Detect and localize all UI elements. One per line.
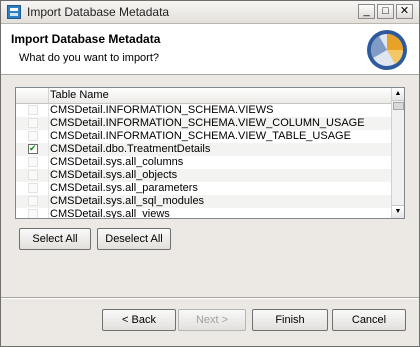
row-checkbox[interactable] [28, 131, 38, 141]
scroll-down-arrow-icon[interactable]: ▼ [392, 205, 404, 218]
wizard-header: Import Database Metadata What do you wan… [1, 24, 419, 75]
table-name-column-header[interactable]: Table Name [50, 89, 109, 101]
table-name-cell: CMSDetail.sys.all_columns [50, 156, 184, 168]
row-checkbox[interactable] [28, 105, 38, 115]
next-button: Next > [178, 309, 246, 331]
footer-divider-highlight [1, 298, 419, 299]
table-row[interactable]: CMSDetail.sys.all_columns [16, 156, 392, 169]
row-checkbox[interactable] [28, 183, 38, 193]
row-checkbox-checked[interactable] [28, 143, 38, 156]
table-row[interactable]: CMSDetail.sys.all_objects [16, 169, 392, 182]
page-subtitle: What do you want to import? [19, 52, 160, 64]
table-row[interactable]: CMSDetail.INFORMATION_SCHEMA.VIEW_TABLE_… [16, 130, 392, 143]
wizard-logo-icon [367, 30, 407, 70]
table-name-cell: CMSDetail.sys.all_parameters [50, 182, 198, 194]
table-row[interactable]: CMSDetail.INFORMATION_SCHEMA.VIEW_COLUMN… [16, 117, 392, 130]
table-row[interactable]: CMSDetail.INFORMATION_SCHEMA.VIEWS [16, 104, 392, 117]
finish-button[interactable]: Finish [252, 309, 328, 331]
dialog-window: Import Database Metadata _ □ ✕ Import Da… [0, 0, 420, 347]
row-checkbox[interactable] [28, 118, 38, 128]
checkbox-column-header[interactable] [16, 88, 49, 103]
table-row[interactable]: CMSDetail.sys.all_parameters [16, 182, 392, 195]
cancel-button[interactable]: Cancel [332, 309, 406, 331]
title-bar[interactable]: Import Database Metadata _ □ ✕ [1, 1, 419, 24]
table-name-cell: CMSDetail.INFORMATION_SCHEMA.VIEWS [50, 104, 274, 116]
table-name-cell: CMSDetail.dbo.TreatmentDetails [50, 143, 211, 155]
table-name-cell: CMSDetail.sys.all_objects [50, 169, 178, 181]
window-title: Import Database Metadata [27, 5, 170, 19]
select-all-button[interactable]: Select All [19, 228, 91, 250]
row-checkbox[interactable] [28, 196, 38, 206]
table-header: Table Name [16, 88, 392, 104]
back-button[interactable]: < Back [102, 309, 176, 331]
table-row[interactable]: CMSDetail.dbo.TreatmentDetails [16, 143, 392, 156]
page-title: Import Database Metadata [11, 32, 161, 46]
close-button[interactable]: ✕ [396, 4, 413, 19]
row-checkbox[interactable] [28, 157, 38, 167]
table-name-cell: CMSDetail.INFORMATION_SCHEMA.VIEW_COLUMN… [50, 117, 365, 129]
table-name-cell: CMSDetail.sys.all_views [50, 208, 170, 219]
table-name-cell: CMSDetail.sys.all_sql_modules [50, 195, 205, 207]
table-row[interactable]: CMSDetail.sys.all_views [16, 208, 392, 219]
minimize-button[interactable]: _ [358, 4, 375, 19]
row-checkbox[interactable] [28, 209, 38, 218]
scroll-up-arrow-icon[interactable]: ▲ [392, 88, 404, 101]
table-row[interactable]: CMSDetail.sys.all_sql_modules [16, 195, 392, 208]
deselect-all-button[interactable]: Deselect All [97, 228, 171, 250]
table-list: Table Name CMSDetail.INFORMATION_SCHEMA.… [15, 87, 405, 219]
maximize-button[interactable]: □ [377, 4, 394, 19]
vertical-scrollbar[interactable]: ▲ ▼ [391, 88, 404, 218]
row-checkbox[interactable] [28, 170, 38, 180]
scroll-thumb[interactable] [393, 102, 404, 110]
column-divider [48, 104, 49, 218]
table-rows: CMSDetail.INFORMATION_SCHEMA.VIEWS CMSDet… [16, 104, 392, 219]
database-app-icon [7, 5, 21, 19]
table-name-cell: CMSDetail.INFORMATION_SCHEMA.VIEW_TABLE_… [50, 130, 351, 142]
